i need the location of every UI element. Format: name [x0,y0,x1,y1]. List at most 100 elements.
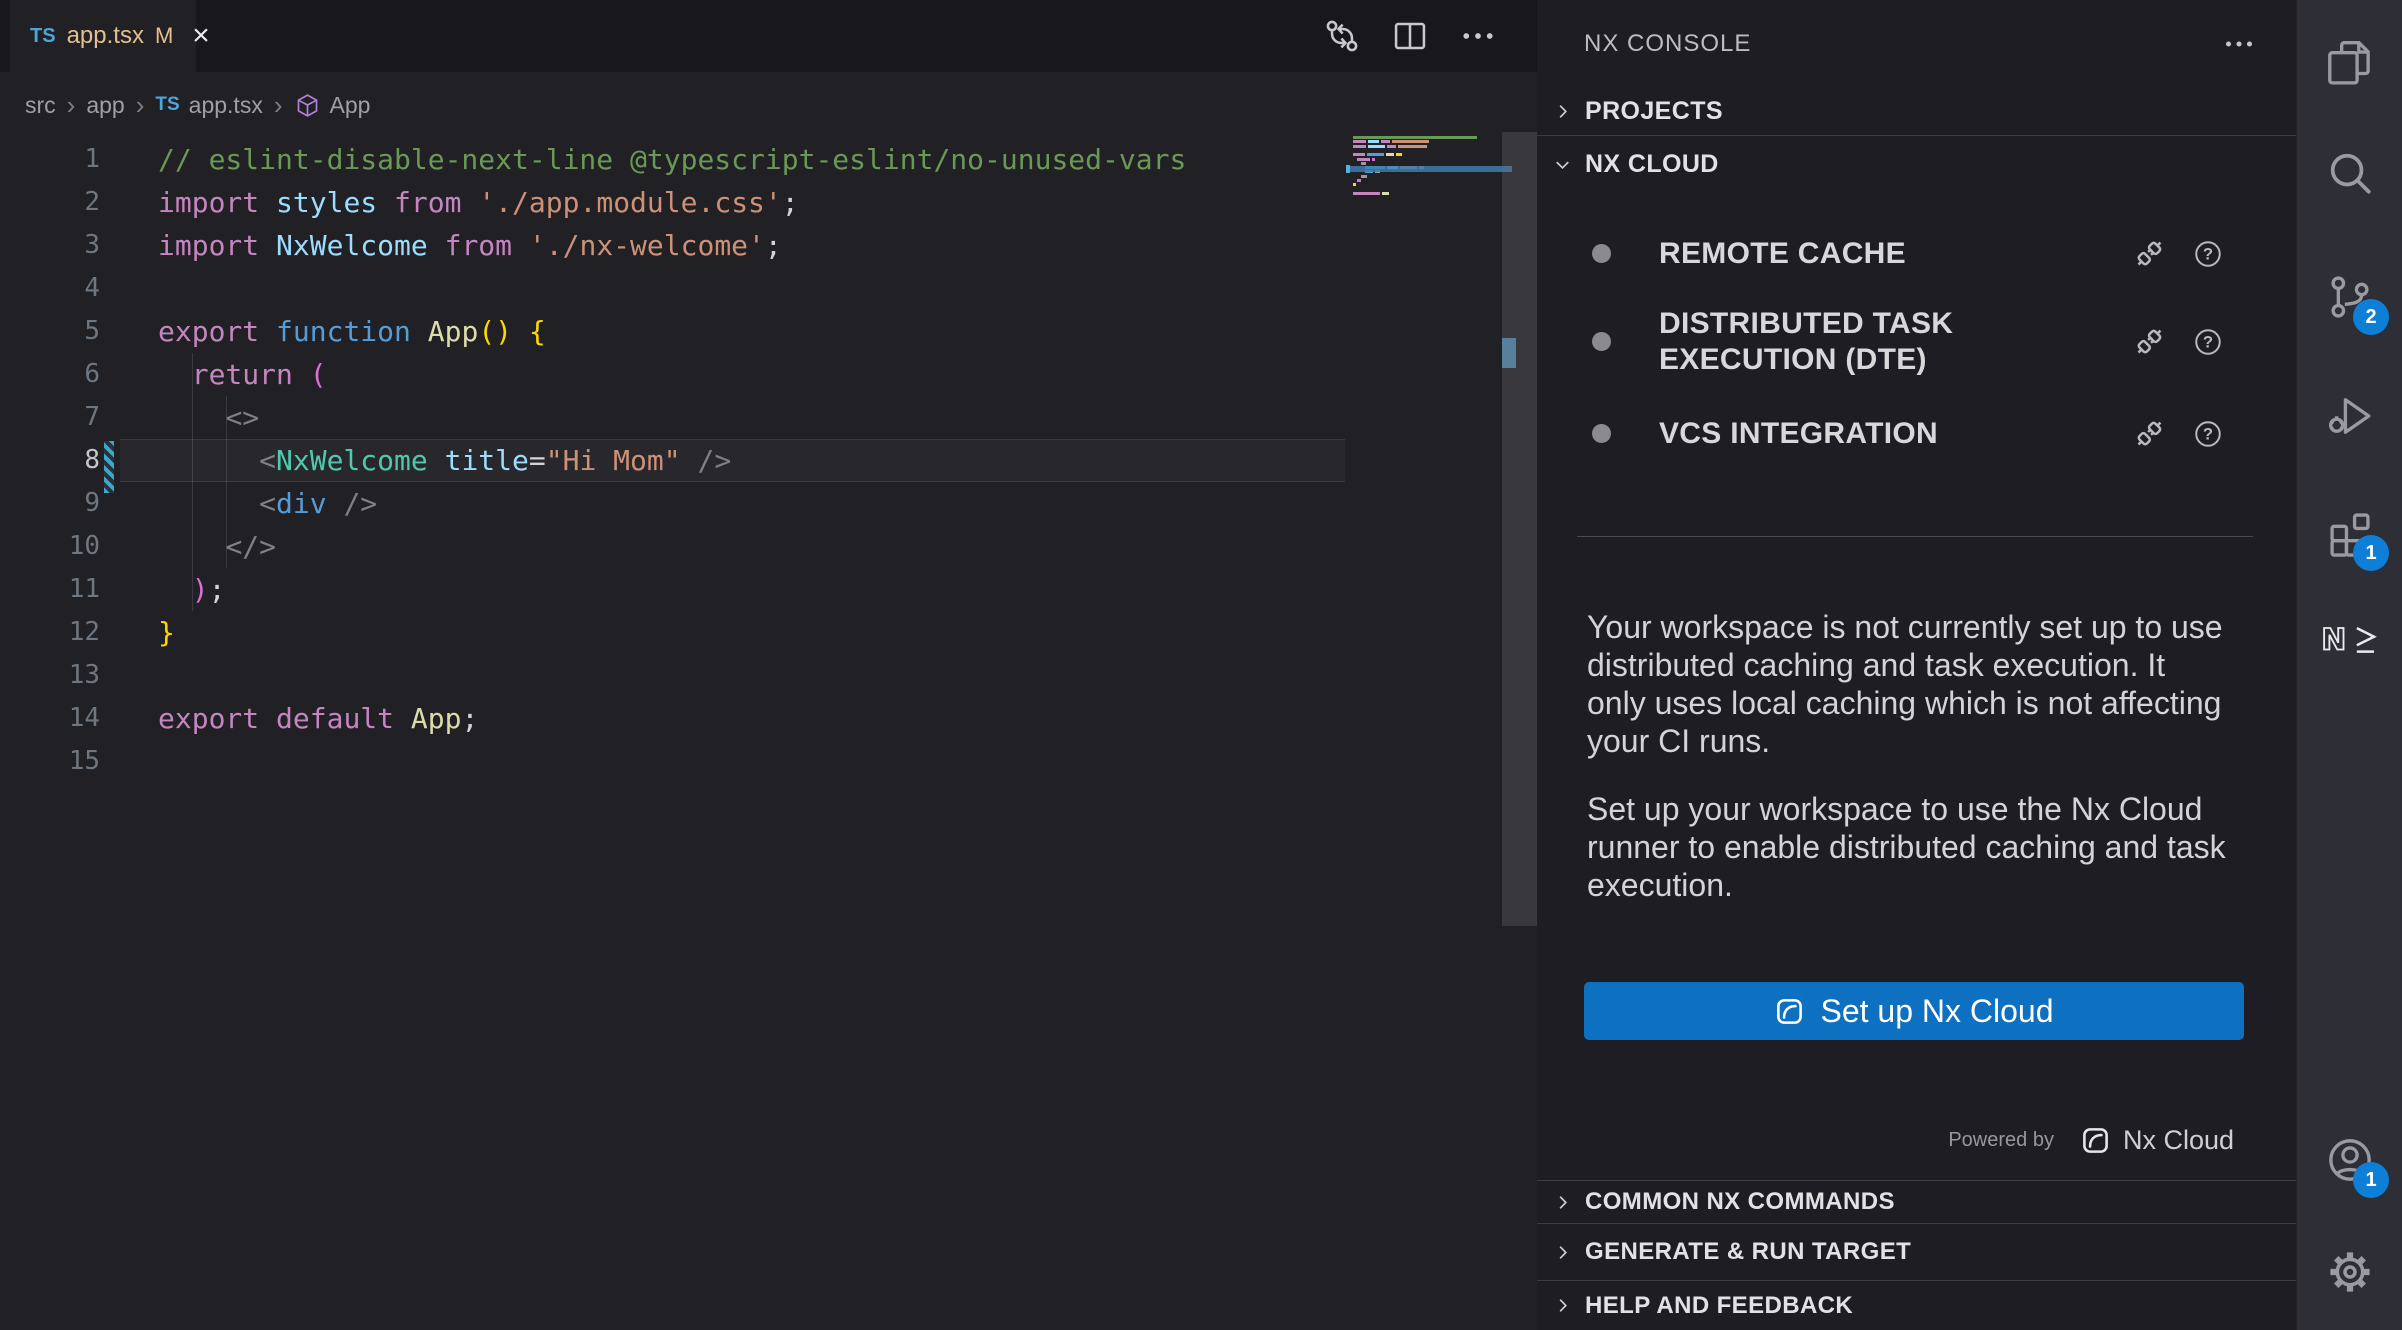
activity-item-extensions[interactable]: 1 [2297,495,2402,571]
more-actions-icon[interactable] [1459,17,1497,55]
code-text [100,740,158,783]
minimap-line [1357,158,1375,161]
code-line[interactable]: 13 [0,654,1345,697]
run-debug-icon [2325,391,2375,441]
close-icon[interactable]: × [192,21,210,51]
settings-gear-icon [2325,1247,2375,1297]
help-icon[interactable]: ? [2192,326,2224,358]
status-dot-icon [1592,332,1611,351]
section-header-projects[interactable]: PROJECTS [1537,88,2296,135]
code-line[interactable]: 10 </> [0,525,1345,568]
section-header-help-and-feedback[interactable]: HELP AND FEEDBACK [1537,1281,2296,1330]
breadcrumb-item[interactable]: App [330,92,371,119]
open-changes-icon[interactable] [1323,17,1361,55]
overview-ruler-modified-marker [1502,338,1516,368]
activity-item-search[interactable] [2297,135,2402,211]
code-line[interactable]: 8 <NxWelcome title="Hi Mom" /> [0,439,1345,482]
code-text [100,654,158,697]
activity-item-source-control[interactable]: 2 [2297,259,2402,335]
powered-by-label: Powered by [1948,1129,2054,1152]
feature-label: DISTRIBUTED TASK EXECUTION (DTE) [1659,306,2139,378]
activity-item-nx-console[interactable]: N [2297,601,2402,677]
help-icon[interactable]: ? [2192,238,2224,270]
line-number: 5 [0,310,100,353]
tab-app-tsx[interactable]: TS app.tsx M × [10,0,196,72]
chevron-right-icon [1552,1295,1573,1316]
status-dot-icon [1592,244,1611,263]
ts-file-icon: TS [155,94,179,116]
setup-nx-cloud-button[interactable]: Set up Nx Cloud [1584,982,2244,1040]
search-icon [2325,148,2375,198]
breadcrumb-item[interactable]: src [25,92,56,119]
section-label: PROJECTS [1585,97,1723,126]
svg-text:?: ? [2203,333,2213,352]
breadcrumb-item[interactable]: app [86,92,124,119]
chevron-right-icon [1552,1192,1573,1213]
line-number: 9 [0,482,100,525]
code-line[interactable]: 9 <div /> [0,482,1345,525]
tab-bar: TS app.tsx M × [0,0,1537,72]
breadcrumb-separator: › [136,94,145,117]
minimap-line [1353,183,1356,186]
connect-icon[interactable] [2130,415,2168,453]
section-header-generate-run-target[interactable]: GENERATE & RUN TARGET [1537,1224,2296,1280]
line-number: 1 [0,138,100,181]
svg-text:?: ? [2203,425,2213,444]
section-header-common-nx-commands[interactable]: COMMON NX COMMANDS [1537,1181,2296,1223]
activity-item-account[interactable]: 1 [2297,1122,2402,1198]
section-label: HELP AND FEEDBACK [1585,1292,1853,1320]
activity-item-run-debug[interactable] [2297,378,2402,454]
editor-region: TS app.tsx M × src›app›TSapp.tsx›App 1//… [0,0,1537,1330]
section-header-nx-cloud[interactable]: NX CLOUD [1537,136,2296,192]
help-icon[interactable]: ? [2192,418,2224,450]
svg-text:?: ? [2203,245,2213,264]
section-label: NX CLOUD [1585,150,1719,179]
code-line[interactable]: 1// eslint-disable-next-line @typescript… [0,138,1345,181]
code-line[interactable]: 12} [0,611,1345,654]
code-line[interactable]: 14export default App; [0,697,1345,740]
badge: 2 [2353,299,2389,335]
files-copy-icon [2325,36,2375,86]
code-line[interactable]: 15 [0,740,1345,783]
activity-item-files-copy[interactable] [2297,23,2402,99]
code-text: ); [100,568,225,611]
connect-icon[interactable] [2130,323,2168,361]
nx-console-icon: N [2319,623,2381,655]
code-line[interactable]: 4 [0,267,1345,310]
ts-file-icon: TS [30,25,56,48]
code-line[interactable]: 7 <> [0,396,1345,439]
code-line[interactable]: 2import styles from './app.module.css'; [0,181,1345,224]
breadcrumb-separator: › [274,94,283,117]
connect-icon[interactable] [2130,235,2168,273]
split-editor-icon[interactable] [1391,17,1429,55]
code-text: <> [100,396,259,439]
git-modified-gutter-marker [104,441,114,493]
section-label: COMMON NX COMMANDS [1585,1188,1895,1216]
modified-badge: M [155,23,173,49]
code-text: </> [100,525,276,568]
minimap[interactable] [1345,130,1502,210]
code-text: export function App() { [100,310,546,353]
nx-console-panel: NX CONSOLE PROJECTS NX CLOUD REMOTE CACH… [1537,0,2296,1330]
badge: 1 [2353,1162,2389,1198]
minimap-line [1353,136,1477,139]
setup-button-label: Set up Nx Cloud [1820,993,2053,1030]
feature-label: VCS INTEGRATION [1659,416,2139,452]
code-line[interactable]: 3import NxWelcome from './nx-welcome'; [0,224,1345,267]
line-number: 3 [0,224,100,267]
minimap-line [1357,179,1361,182]
code-line[interactable]: 11 ); [0,568,1345,611]
editor-scrollbar[interactable] [1502,132,1537,926]
activity-item-settings-gear[interactable] [2297,1234,2402,1310]
line-number: 14 [0,697,100,740]
code-text: <NxWelcome title="Hi Mom" /> [100,439,731,482]
minimap-line [1361,175,1367,178]
line-number: 10 [0,525,100,568]
more-actions-icon[interactable] [2222,27,2256,61]
breadcrumb-item[interactable]: app.tsx [189,92,263,119]
divider [1577,536,2253,537]
code-line[interactable]: 5export function App() { [0,310,1345,353]
code-editor[interactable]: 1// eslint-disable-next-line @typescript… [0,138,1345,783]
workspace-status-text: Your workspace is not currently set up t… [1587,608,2229,760]
code-line[interactable]: 6 return ( [0,353,1345,396]
